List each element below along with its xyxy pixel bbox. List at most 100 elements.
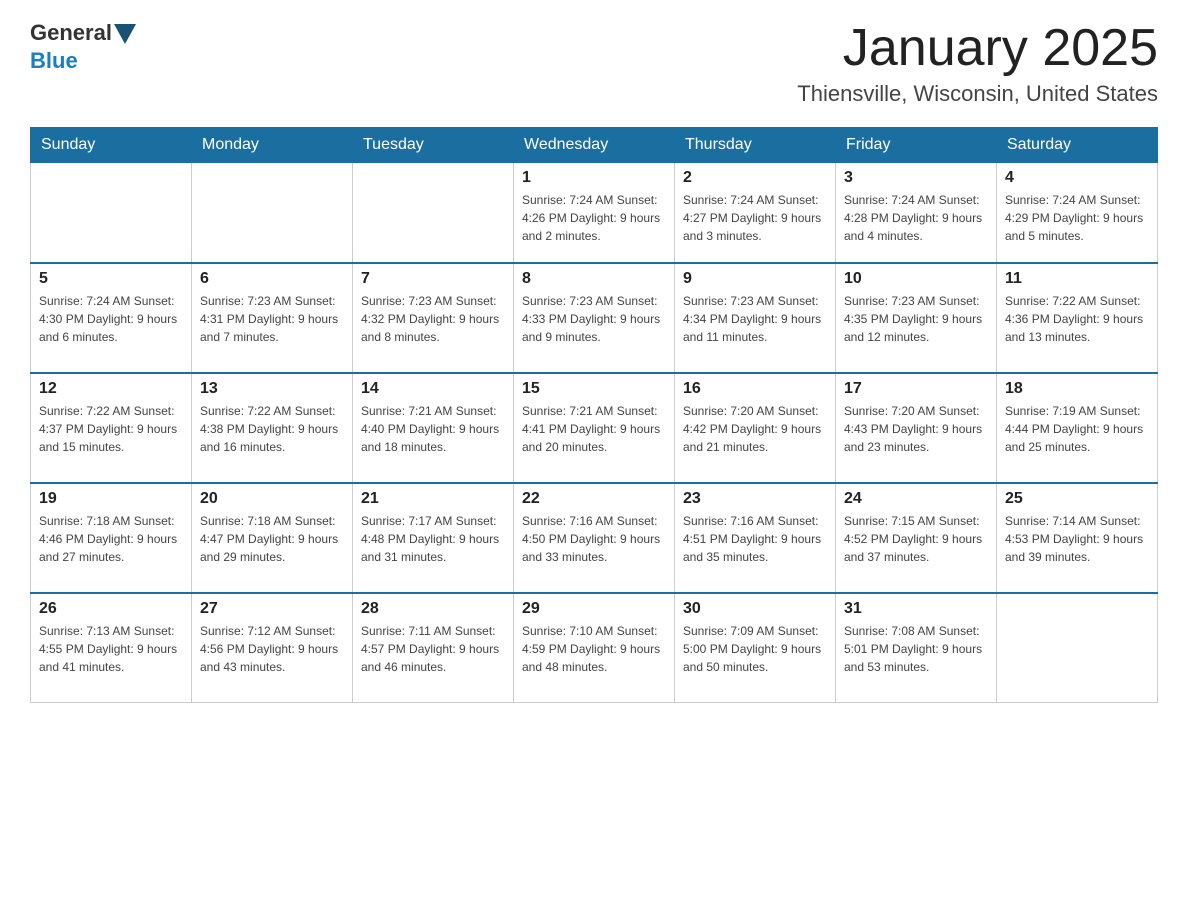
day-number: 2 bbox=[683, 169, 827, 187]
day-info: Sunrise: 7:19 AM Sunset: 4:44 PM Dayligh… bbox=[1005, 402, 1149, 456]
day-number: 11 bbox=[1005, 270, 1149, 288]
logo: General Blue bbox=[30, 20, 136, 74]
day-info: Sunrise: 7:11 AM Sunset: 4:57 PM Dayligh… bbox=[361, 622, 505, 676]
day-info: Sunrise: 7:23 AM Sunset: 4:31 PM Dayligh… bbox=[200, 292, 344, 346]
day-info: Sunrise: 7:23 AM Sunset: 4:35 PM Dayligh… bbox=[844, 292, 988, 346]
day-info: Sunrise: 7:18 AM Sunset: 4:47 PM Dayligh… bbox=[200, 512, 344, 566]
day-info: Sunrise: 7:14 AM Sunset: 4:53 PM Dayligh… bbox=[1005, 512, 1149, 566]
calendar-title: January 2025 bbox=[797, 20, 1158, 77]
day-info: Sunrise: 7:21 AM Sunset: 4:41 PM Dayligh… bbox=[522, 402, 666, 456]
day-number: 14 bbox=[361, 380, 505, 398]
day-info: Sunrise: 7:21 AM Sunset: 4:40 PM Dayligh… bbox=[361, 402, 505, 456]
calendar-day-cell: 10 Sunrise: 7:23 AM Sunset: 4:35 PM Dayli… bbox=[836, 263, 997, 373]
calendar-day-cell: 13 Sunrise: 7:22 AM Sunset: 4:38 PM Dayli… bbox=[192, 373, 353, 483]
day-info: Sunrise: 7:20 AM Sunset: 4:43 PM Dayligh… bbox=[844, 402, 988, 456]
calendar-day-cell: 7 Sunrise: 7:23 AM Sunset: 4:32 PM Daylig… bbox=[353, 263, 514, 373]
calendar-day-cell: 18Sunrise: 7:19 AM Sunset: 4:44 PM Dayli… bbox=[997, 373, 1158, 483]
calendar-day-cell: 12 Sunrise: 7:22 AM Sunset: 4:37 PM Dayli… bbox=[31, 373, 192, 483]
day-number: 10 bbox=[844, 270, 988, 288]
day-number: 15 bbox=[522, 380, 666, 398]
calendar-day-cell: 14 Sunrise: 7:21 AM Sunset: 4:40 PM Dayli… bbox=[353, 373, 514, 483]
page-header: General Blue January 2025 Thiensville, W… bbox=[30, 20, 1158, 107]
calendar-day-cell: 27 Sunrise: 7:12 AM Sunset: 4:56 PM Dayli… bbox=[192, 593, 353, 703]
calendar-day-cell: 4 Sunrise: 7:24 AM Sunset: 4:29 PM Daylig… bbox=[997, 163, 1158, 263]
logo-general-text: General bbox=[30, 20, 112, 46]
day-info: Sunrise: 7:20 AM Sunset: 4:42 PM Dayligh… bbox=[683, 402, 827, 456]
calendar-day-cell: 31 Sunrise: 7:08 AM Sunset: 5:01 PM Dayli… bbox=[836, 593, 997, 703]
day-info: Sunrise: 7:23 AM Sunset: 4:34 PM Dayligh… bbox=[683, 292, 827, 346]
calendar-day-cell: 3Sunrise: 7:24 AM Sunset: 4:28 PM Daylig… bbox=[836, 163, 997, 263]
day-info: Sunrise: 7:15 AM Sunset: 4:52 PM Dayligh… bbox=[844, 512, 988, 566]
day-number: 27 bbox=[200, 600, 344, 618]
calendar-day-cell: 9Sunrise: 7:23 AM Sunset: 4:34 PM Daylig… bbox=[675, 263, 836, 373]
day-info: Sunrise: 7:10 AM Sunset: 4:59 PM Dayligh… bbox=[522, 622, 666, 676]
day-number: 17 bbox=[844, 380, 988, 398]
calendar-header-day: Thursday bbox=[675, 128, 836, 163]
calendar-day-cell: 16Sunrise: 7:20 AM Sunset: 4:42 PM Dayli… bbox=[675, 373, 836, 483]
day-info: Sunrise: 7:08 AM Sunset: 5:01 PM Dayligh… bbox=[844, 622, 988, 676]
calendar-header-day: Friday bbox=[836, 128, 997, 163]
calendar-day-cell: 28 Sunrise: 7:11 AM Sunset: 4:57 PM Dayli… bbox=[353, 593, 514, 703]
day-info: Sunrise: 7:18 AM Sunset: 4:46 PM Dayligh… bbox=[39, 512, 183, 566]
day-info: Sunrise: 7:17 AM Sunset: 4:48 PM Dayligh… bbox=[361, 512, 505, 566]
calendar-day-cell: 26 Sunrise: 7:13 AM Sunset: 4:55 PM Dayli… bbox=[31, 593, 192, 703]
day-number: 7 bbox=[361, 270, 505, 288]
calendar-header-day: Saturday bbox=[997, 128, 1158, 163]
day-info: Sunrise: 7:22 AM Sunset: 4:36 PM Dayligh… bbox=[1005, 292, 1149, 346]
day-info: Sunrise: 7:22 AM Sunset: 4:38 PM Dayligh… bbox=[200, 402, 344, 456]
day-number: 8 bbox=[522, 270, 666, 288]
calendar-day-cell: 19Sunrise: 7:18 AM Sunset: 4:46 PM Dayli… bbox=[31, 483, 192, 593]
calendar-day-cell: 1 Sunrise: 7:24 AM Sunset: 4:26 PM Daylig… bbox=[514, 163, 675, 263]
day-number: 5 bbox=[39, 270, 183, 288]
calendar-day-cell: 20 Sunrise: 7:18 AM Sunset: 4:47 PM Dayli… bbox=[192, 483, 353, 593]
day-info: Sunrise: 7:24 AM Sunset: 4:26 PM Dayligh… bbox=[522, 191, 666, 245]
calendar-day-cell bbox=[353, 163, 514, 263]
day-number: 23 bbox=[683, 490, 827, 508]
calendar-day-cell: 2Sunrise: 7:24 AM Sunset: 4:27 PM Daylig… bbox=[675, 163, 836, 263]
day-number: 24 bbox=[844, 490, 988, 508]
calendar-header-day: Tuesday bbox=[353, 128, 514, 163]
calendar-header-day: Monday bbox=[192, 128, 353, 163]
day-info: Sunrise: 7:12 AM Sunset: 4:56 PM Dayligh… bbox=[200, 622, 344, 676]
day-number: 12 bbox=[39, 380, 183, 398]
logo-blue-text: Blue bbox=[30, 48, 78, 74]
calendar-day-cell: 29 Sunrise: 7:10 AM Sunset: 4:59 PM Dayli… bbox=[514, 593, 675, 703]
day-number: 1 bbox=[522, 169, 666, 187]
calendar-day-cell: 15 Sunrise: 7:21 AM Sunset: 4:41 PM Dayli… bbox=[514, 373, 675, 483]
day-number: 29 bbox=[522, 600, 666, 618]
calendar-day-cell: 22Sunrise: 7:16 AM Sunset: 4:50 PM Dayli… bbox=[514, 483, 675, 593]
calendar-day-cell bbox=[997, 593, 1158, 703]
day-number: 26 bbox=[39, 600, 183, 618]
day-number: 13 bbox=[200, 380, 344, 398]
calendar-header-day: Wednesday bbox=[514, 128, 675, 163]
calendar-day-cell: 25Sunrise: 7:14 AM Sunset: 4:53 PM Dayli… bbox=[997, 483, 1158, 593]
day-info: Sunrise: 7:22 AM Sunset: 4:37 PM Dayligh… bbox=[39, 402, 183, 456]
day-number: 28 bbox=[361, 600, 505, 618]
day-number: 21 bbox=[361, 490, 505, 508]
day-info: Sunrise: 7:13 AM Sunset: 4:55 PM Dayligh… bbox=[39, 622, 183, 676]
calendar-day-cell: 11 Sunrise: 7:22 AM Sunset: 4:36 PM Dayli… bbox=[997, 263, 1158, 373]
calendar-day-cell: 5 Sunrise: 7:24 AM Sunset: 4:30 PM Daylig… bbox=[31, 263, 192, 373]
calendar-header-row: SundayMondayTuesdayWednesdayThursdayFrid… bbox=[31, 128, 1158, 163]
day-number: 3 bbox=[844, 169, 988, 187]
calendar-day-cell: 17 Sunrise: 7:20 AM Sunset: 4:43 PM Dayli… bbox=[836, 373, 997, 483]
calendar-day-cell: 23 Sunrise: 7:16 AM Sunset: 4:51 PM Dayli… bbox=[675, 483, 836, 593]
day-info: Sunrise: 7:24 AM Sunset: 4:30 PM Dayligh… bbox=[39, 292, 183, 346]
day-info: Sunrise: 7:23 AM Sunset: 4:32 PM Dayligh… bbox=[361, 292, 505, 346]
calendar-day-cell: 8 Sunrise: 7:23 AM Sunset: 4:33 PM Daylig… bbox=[514, 263, 675, 373]
title-block: January 2025 Thiensville, Wisconsin, Uni… bbox=[797, 20, 1158, 107]
day-number: 31 bbox=[844, 600, 988, 618]
calendar-subtitle: Thiensville, Wisconsin, United States bbox=[797, 81, 1158, 107]
calendar-day-cell: 21 Sunrise: 7:17 AM Sunset: 4:48 PM Dayli… bbox=[353, 483, 514, 593]
calendar-week-row: 5 Sunrise: 7:24 AM Sunset: 4:30 PM Daylig… bbox=[31, 263, 1158, 373]
day-number: 6 bbox=[200, 270, 344, 288]
calendar-week-row: 26 Sunrise: 7:13 AM Sunset: 4:55 PM Dayli… bbox=[31, 593, 1158, 703]
day-number: 4 bbox=[1005, 169, 1149, 187]
day-number: 22 bbox=[522, 490, 666, 508]
day-info: Sunrise: 7:24 AM Sunset: 4:29 PM Dayligh… bbox=[1005, 191, 1149, 245]
day-info: Sunrise: 7:23 AM Sunset: 4:33 PM Dayligh… bbox=[522, 292, 666, 346]
day-info: Sunrise: 7:16 AM Sunset: 4:51 PM Dayligh… bbox=[683, 512, 827, 566]
day-number: 30 bbox=[683, 600, 827, 618]
calendar-week-row: 1 Sunrise: 7:24 AM Sunset: 4:26 PM Daylig… bbox=[31, 163, 1158, 263]
day-number: 20 bbox=[200, 490, 344, 508]
